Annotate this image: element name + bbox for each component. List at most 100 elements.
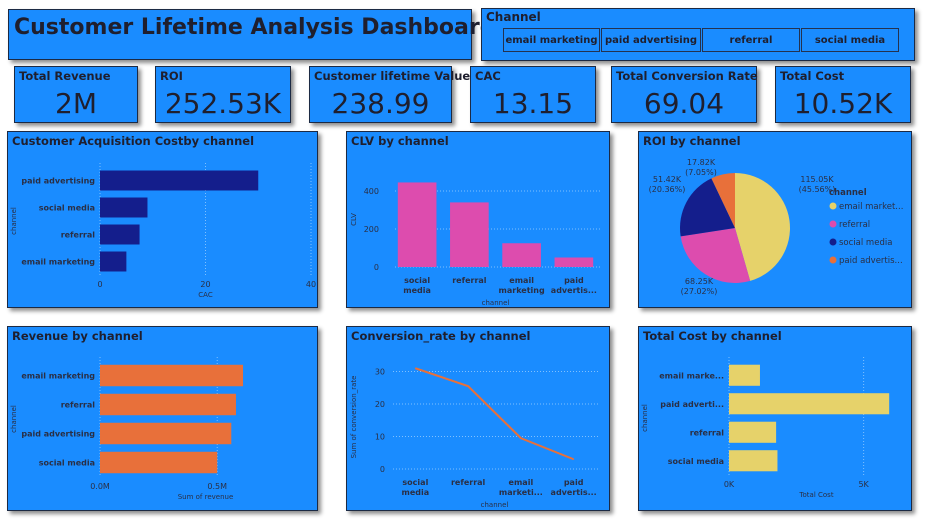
legend-label-1: referral (839, 220, 870, 230)
bar-0 (100, 364, 244, 387)
legend-label-0: email market... (839, 202, 903, 212)
slicer-option-social-media[interactable]: social media (801, 28, 899, 52)
x-tick-label: referral (452, 276, 487, 285)
y-tick-label: referral (61, 231, 96, 240)
chart-total-cost-by-channel: Total Cost by channel 0K 5K email marke...… (638, 326, 912, 511)
legend-marker-1 (829, 220, 837, 228)
y-tick-label: email marke... (659, 371, 724, 380)
y-tick-label: referral (690, 428, 725, 437)
cac-bar-chart: 0 20 40 paid advertising social media referra… (10, 163, 316, 299)
y-tick-label: email marketing (21, 372, 95, 381)
point-1 (467, 385, 469, 387)
y-tick-label: social media (39, 459, 95, 468)
bar-0 (397, 182, 437, 267)
y-tick-label: paid advertising (21, 177, 95, 186)
kpi-value: 252.53K (164, 87, 282, 120)
legend-marker-3 (829, 256, 837, 264)
bar-2 (100, 224, 140, 245)
bar-2 (502, 243, 541, 267)
kpi-label: Customer lifetime Value (314, 69, 471, 83)
y-axis-title: Sum of conversion_rate (350, 376, 358, 459)
x-tick-label: paid advertis... (551, 276, 597, 295)
x-tick-label: paid advertis... (551, 478, 597, 497)
bar-3 (729, 450, 778, 472)
kpi-label: Total Revenue (19, 69, 111, 83)
chart-conversion-by-channel: Conversion_rate by channel 0 10 20 30 social… (346, 326, 610, 511)
x-tick-label: 20 (200, 280, 210, 289)
x-tick-label: social media (402, 478, 430, 497)
y-tick-label: paid advertising (21, 430, 95, 439)
kpi-value: 238.99 (331, 87, 430, 120)
dashboard-title: Customer Lifetime Analysis Dashboard (14, 15, 496, 40)
roi-pie-chart: 115.05K(45.56%)68.25K(27.02%)51.42K(20.3… (649, 158, 904, 296)
slicer-option-paid-advertising[interactable]: paid advertising (601, 28, 701, 52)
bar-2 (100, 422, 232, 445)
slice-value-label: 115.05K (800, 175, 834, 184)
x-tick-label: social media (403, 276, 431, 295)
y-tick-label: social media (39, 204, 95, 213)
y-tick-label: 20 (375, 400, 385, 409)
legend-marker-0 (829, 202, 837, 210)
bar-2 (729, 421, 777, 443)
x-tick-label: 0 (97, 280, 102, 289)
y-tick-label: 10 (375, 433, 385, 442)
x-axis-title: Total Cost (798, 491, 833, 499)
dashboard-title-card: Customer Lifetime Analysis Dashboard (8, 9, 495, 60)
x-axis-title: channel (482, 299, 510, 307)
y-axis-title: channel (10, 207, 18, 235)
x-tick-label: 40 (306, 280, 316, 289)
kpi-total-revenue: Total Revenue 2M (14, 66, 138, 123)
kpi-label: Total Cost (780, 69, 845, 83)
slice-pct-label: (7.05%) (685, 168, 717, 177)
y-tick-label: social media (668, 457, 724, 466)
x-tick-label: 5K (858, 480, 869, 489)
bar-3 (554, 257, 594, 267)
x-axis-title: channel (481, 501, 509, 509)
cost-bar-chart: 0K 5K email marke... paid adverti... referra… (641, 357, 890, 499)
chart-cac-by-channel: Customer Acquisition Costby channel 0 20 4… (7, 131, 318, 308)
x-axis-title: CAC (198, 291, 213, 299)
legend-label-3: paid advertis... (839, 256, 903, 266)
slicer-option-email-marketing[interactable]: email marketing (503, 28, 600, 52)
slice-value-label: 17.82K (687, 158, 716, 167)
slice-pct-label: (20.36%) (649, 185, 686, 194)
kpi-total-conversion-rate: Total Conversion Rate 69.04 (611, 66, 758, 123)
x-tick-label: email marketing (499, 276, 545, 295)
legend-label-2: social media (839, 238, 892, 248)
y-tick-label: 30 (375, 368, 385, 377)
y-tick-label: 200 (364, 225, 379, 234)
x-tick-label: referral (451, 478, 486, 487)
y-tick-label: 400 (364, 187, 379, 196)
bar-1 (729, 393, 890, 415)
kpi-value: 10.52K (793, 87, 893, 120)
x-axis-title: Sum of revenue (178, 493, 234, 501)
bar-0 (729, 364, 760, 386)
point-0 (414, 367, 416, 369)
slicer-option-referral[interactable]: referral (702, 28, 800, 52)
x-tick-label: 0.0M (90, 482, 110, 491)
kpi-value: 2M (55, 87, 97, 120)
x-tick-label: email marketi... (499, 478, 543, 497)
legend-title: channel (829, 188, 867, 198)
y-tick-label: 0 (380, 465, 385, 474)
channel-slicer: Channel email marketing paid advertising… (481, 8, 915, 61)
x-tick-label: 0K (724, 480, 735, 489)
bar-1 (450, 202, 489, 267)
kpi-label: ROI (160, 69, 183, 83)
kpi-label: Total Conversion Rate (616, 69, 758, 83)
bar-0 (100, 170, 259, 191)
kpi-label: CAC (475, 69, 501, 83)
chart-roi-by-channel: ROI by channel 115.05K (45.56%) 68.25K (27.… (638, 131, 912, 308)
series-line (415, 367, 574, 461)
y-axis-title: channel (10, 405, 18, 433)
chart-revenue-by-channel: Revenue by channel 0.0M 0.5M email marketi… (7, 326, 318, 511)
kpi-roi: ROI 252.53K (155, 66, 291, 123)
slice-value-label: 51.42K (653, 175, 682, 184)
kpi-value: 69.04 (643, 87, 725, 120)
kpi-cac: CAC 13.15 (470, 66, 596, 123)
kpi-customer-lifetime-value: Customer lifetime Value 238.99 (309, 66, 470, 123)
bar-1 (100, 393, 236, 416)
point-3 (573, 458, 575, 460)
slicer-title: Channel (486, 10, 541, 24)
revenue-bar-chart: 0.0M 0.5M email marketing referral paid adve… (10, 357, 244, 501)
